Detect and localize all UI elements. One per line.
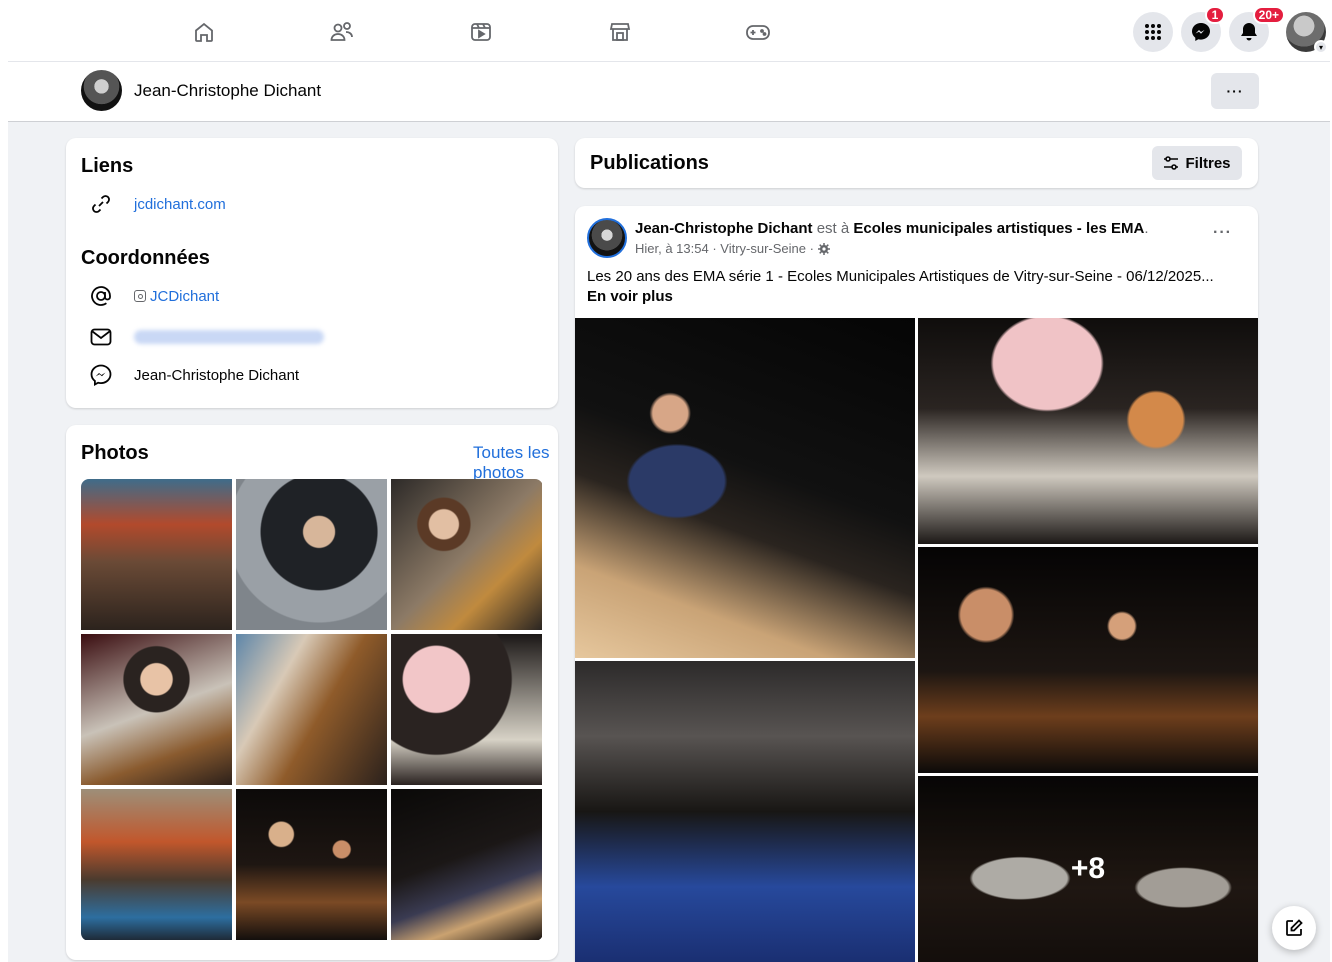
post-connector: est à: [812, 220, 854, 237]
post-timestamp[interactable]: Hier, à 13:54 · Vitry-sur-Seine ·: [635, 241, 814, 256]
see-more-link[interactable]: En voir plus: [587, 288, 673, 305]
compose-icon: [1286, 919, 1303, 936]
gear-icon: [817, 242, 830, 255]
messenger-button[interactable]: 1: [1181, 6, 1225, 52]
instagram-row: JCDichant: [88, 283, 219, 309]
mail-icon: [88, 324, 114, 350]
photo-thumbnail[interactable]: [81, 479, 232, 630]
messenger-contact-row: Jean-Christophe Dichant: [88, 362, 299, 388]
marketplace-icon[interactable]: [604, 16, 636, 48]
post-header: Jean-Christophe Dichant est à Ecoles mun…: [635, 220, 1149, 237]
filters-button[interactable]: Filtres: [1152, 146, 1242, 180]
link-icon: [88, 191, 114, 217]
chevron-down-icon: ▾: [1314, 40, 1328, 54]
top-navigation: 1 20+ ▾: [8, 0, 1330, 62]
post-author[interactable]: Jean-Christophe Dichant: [635, 220, 813, 237]
instagram-link[interactable]: JCDichant: [150, 288, 219, 305]
video-icon[interactable]: [465, 16, 497, 48]
messenger-icon: [1192, 23, 1210, 41]
links-card: Liens jcdichant.com Coordonnées JCDichan…: [66, 138, 558, 408]
email-row: [88, 324, 324, 350]
compose-message-button[interactable]: [1272, 906, 1316, 950]
more-options-button[interactable]: ···: [1211, 73, 1259, 109]
photo-thumbnail[interactable]: [81, 634, 232, 785]
photo-thumbnail[interactable]: [391, 479, 542, 630]
post-photo[interactable]: [918, 318, 1258, 544]
home-icon[interactable]: [188, 16, 220, 48]
post-photo-mosaic: +8: [575, 318, 1258, 962]
post-card: Jean-Christophe Dichant est à Ecoles mun…: [575, 206, 1258, 962]
profile-name[interactable]: Jean-Christophe Dichant: [134, 81, 321, 101]
photos-grid: [81, 479, 543, 941]
photo-thumbnail[interactable]: [236, 634, 387, 785]
post-place[interactable]: Ecoles municipales artistiques - les EMA: [853, 220, 1144, 237]
messenger-outline-icon: [88, 362, 114, 388]
photo-thumbnail[interactable]: [391, 634, 542, 785]
website-row: jcdichant.com: [88, 191, 226, 217]
contact-title: Coordonnées: [81, 247, 210, 269]
photos-title: Photos: [81, 442, 149, 464]
post-photo[interactable]: [575, 661, 915, 962]
photos-card: Photos Toutes les photos: [66, 425, 558, 960]
post-options-button[interactable]: ···: [1213, 224, 1232, 242]
links-title: Liens: [81, 155, 134, 177]
photo-thumbnail[interactable]: [236, 479, 387, 630]
post-photo[interactable]: [918, 547, 1258, 773]
email-link-blurred[interactable]: [134, 330, 324, 344]
gaming-icon[interactable]: [742, 16, 774, 48]
friends-icon[interactable]: [326, 16, 358, 48]
post-author-avatar[interactable]: [587, 218, 627, 258]
notifications-button[interactable]: 20+: [1229, 6, 1285, 52]
filters-label: Filtres: [1185, 154, 1231, 172]
post-photo[interactable]: [575, 318, 915, 658]
photo-thumbnail[interactable]: [81, 789, 232, 940]
website-link[interactable]: jcdichant.com: [134, 196, 226, 213]
bell-icon: [1241, 23, 1257, 41]
account-avatar[interactable]: ▾: [1286, 12, 1328, 54]
publications-title: Publications: [590, 152, 709, 174]
avatar[interactable]: [81, 70, 122, 111]
sliders-icon: [1164, 156, 1179, 170]
messenger-contact-name[interactable]: Jean-Christophe Dichant: [134, 367, 299, 384]
post-period: .: [1144, 220, 1149, 237]
photo-thumbnail[interactable]: [391, 789, 542, 940]
messenger-badge: 1: [1205, 6, 1225, 24]
instagram-icon: [134, 290, 146, 302]
photo-thumbnail[interactable]: [236, 789, 387, 940]
post-photo[interactable]: +8: [918, 776, 1258, 962]
profile-bar: Jean-Christophe Dichant ···: [8, 62, 1330, 122]
notifications-badge: 20+: [1252, 6, 1285, 24]
all-photos-link[interactable]: Toutes les photos: [473, 443, 558, 483]
post-meta: Hier, à 13:54 · Vitry-sur-Seine ·: [635, 241, 830, 256]
post-text: Les 20 ans des EMA série 1 - Ecoles Muni…: [587, 268, 1214, 285]
at-sign-icon: [88, 283, 114, 309]
more-photos-count[interactable]: +8: [918, 776, 1258, 962]
grid-menu-icon[interactable]: [1133, 12, 1173, 52]
publications-header: Publications Filtres: [575, 138, 1258, 188]
